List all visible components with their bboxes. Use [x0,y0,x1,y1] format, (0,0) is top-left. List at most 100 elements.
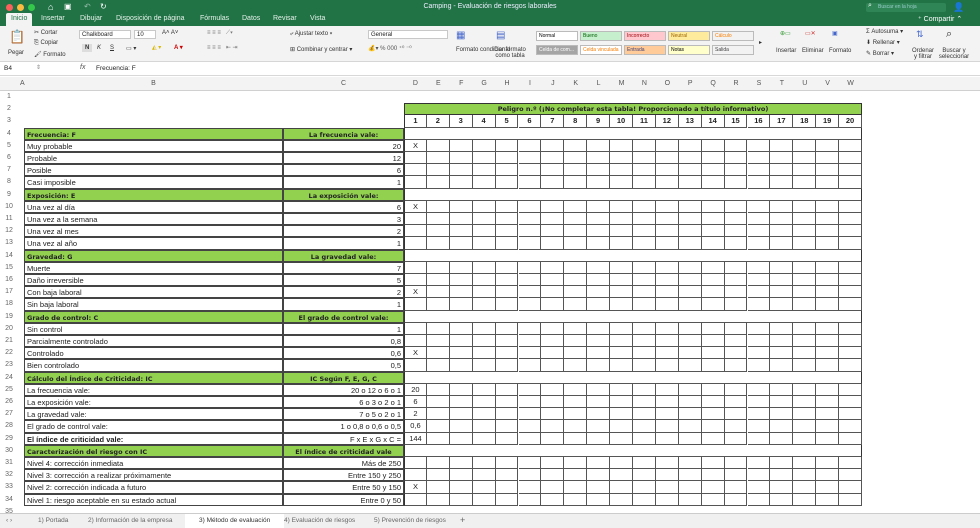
hazard-cell[interactable] [655,420,679,433]
hazard-cell[interactable] [724,176,748,189]
hazard-cell[interactable] [655,176,679,189]
hazard-cell[interactable] [655,359,679,372]
search-input[interactable]: Buscar en la hoja [866,3,946,12]
hazard-cell[interactable] [587,152,611,165]
hazard-cell[interactable] [541,261,565,274]
hazard-cell[interactable] [518,383,542,396]
hazard-cell[interactable] [495,335,519,348]
hazard-cell[interactable] [587,335,611,348]
column-header-J[interactable]: J [541,80,564,87]
hazard-cell[interactable] [587,322,611,335]
row-header-33[interactable]: 33 [0,483,18,490]
hazard-cell[interactable] [587,139,611,152]
hazard-cell[interactable] [472,432,496,445]
hazard-cell[interactable] [610,176,633,189]
hazard-cell[interactable] [770,164,794,177]
hazard-cell[interactable] [426,396,450,409]
hazard-cell[interactable] [426,213,450,226]
hazard-cell[interactable] [816,383,840,396]
hazard-cell[interactable] [426,139,450,152]
hazard-cell[interactable] [770,298,794,311]
sheet-tab-4[interactable]: 4) Evaluación de riesgos [284,517,355,524]
row-header-9[interactable]: 9 [0,191,18,198]
hazard-cell[interactable] [541,225,565,238]
hazard-cell[interactable] [678,298,702,311]
hazard-cell[interactable] [518,432,542,445]
hazard-cell[interactable] [633,420,656,433]
hazard-cell[interactable] [495,457,519,470]
row-header-1[interactable]: 1 [0,93,18,100]
hazard-cell[interactable] [839,213,862,226]
hazard-cell[interactable] [518,469,542,482]
hazard-cell[interactable] [816,200,840,213]
hazard-cell[interactable] [449,383,473,396]
row-header-10[interactable]: 10 [0,203,18,210]
hazard-cell[interactable] [839,274,862,287]
hazard-cell[interactable] [678,176,702,189]
hazard-cell[interactable] [724,335,748,348]
hazard-cell[interactable] [587,469,611,482]
hazard-cell[interactable] [564,469,588,482]
hazard-cell[interactable] [701,347,725,360]
row-header-17[interactable]: 17 [0,288,18,295]
hazard-cell[interactable] [610,420,633,433]
column-header-Q[interactable]: Q [702,80,725,87]
hazard-cell[interactable] [701,396,725,409]
hazard-cell[interactable]: X [404,481,427,494]
hazard-cell[interactable] [678,408,702,421]
hazard-cell[interactable] [770,139,794,152]
hazard-cell[interactable] [678,286,702,299]
hazard-cell[interactable]: 144 [404,432,427,445]
hazard-cell[interactable] [404,152,427,165]
hazard-cell[interactable] [426,286,450,299]
hazard-cell[interactable] [495,396,519,409]
hazard-cell[interactable] [701,225,725,238]
cell-style-2[interactable]: Incorrecto [624,31,666,41]
row-header-5[interactable]: 5 [0,142,18,149]
hazard-cell[interactable] [839,457,862,470]
hazard-cell[interactable] [770,152,794,165]
merge-center-button[interactable]: ⊞ Combinar y centrar ▾ [290,46,352,53]
hazard-cell[interactable] [495,359,519,372]
hazard-cell[interactable] [839,164,862,177]
hazard-cell[interactable] [793,493,817,506]
font-size-select[interactable]: 10 [134,30,156,39]
hazard-cell[interactable] [747,493,771,506]
cell-style-6[interactable]: Celda vinculada [580,45,622,55]
column-header-W[interactable]: W [839,80,862,87]
row-header-14[interactable]: 14 [0,252,18,259]
hazard-cell[interactable] [449,481,473,494]
hazard-cell[interactable] [564,200,588,213]
row-header-19[interactable]: 19 [0,313,18,320]
autosum-button[interactable]: Σ Autosuma ▾ [866,28,903,35]
hazard-cell[interactable] [724,225,748,238]
delete-icon[interactable]: ▭✕ [805,30,816,37]
hazard-cell[interactable] [495,213,519,226]
hazard-cell[interactable] [633,176,656,189]
hazard-cell[interactable] [655,225,679,238]
hazard-cell[interactable] [449,176,473,189]
conditional-format-icon[interactable]: ▦ [456,30,465,41]
hazard-cell[interactable] [610,457,633,470]
hazard-cell[interactable] [610,139,633,152]
cell-style-5[interactable]: Celda de com... [536,45,578,55]
hazard-cell[interactable] [564,359,588,372]
fill-button[interactable]: ⬇ Rellenar ▾ [866,39,900,46]
format-icon[interactable]: ▣ [832,30,838,37]
hazard-cell[interactable] [678,432,702,445]
hazard-cell[interactable] [770,200,794,213]
hazard-cell[interactable] [816,322,840,335]
hazard-cell[interactable] [793,286,817,299]
row-header-26[interactable]: 26 [0,398,18,405]
hazard-cell[interactable] [564,164,588,177]
hazard-cell[interactable] [564,274,588,287]
hazard-cell[interactable] [426,457,450,470]
hazard-cell[interactable] [610,432,633,445]
column-header-F[interactable]: F [450,80,473,87]
hazard-cell[interactable] [472,139,496,152]
hazard-cell[interactable] [655,164,679,177]
column-header-V[interactable]: V [816,80,839,87]
column-header-L[interactable]: L [587,80,610,87]
hazard-cell[interactable] [518,298,542,311]
hazard-cell[interactable] [472,237,496,250]
